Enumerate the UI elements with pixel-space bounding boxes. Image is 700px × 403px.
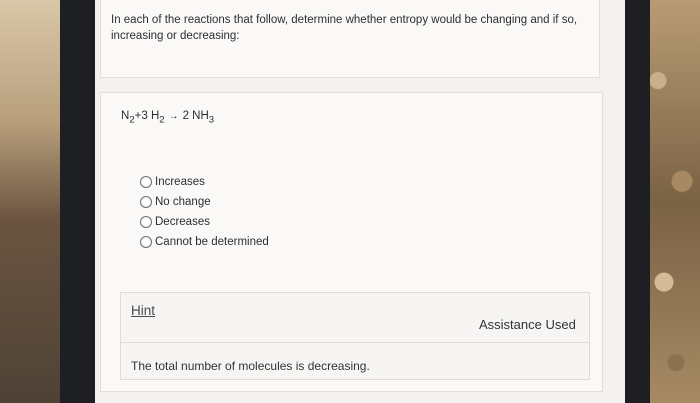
hint-text: The total number of molecules is decreas… xyxy=(131,359,370,373)
option-label: Increases xyxy=(155,176,205,188)
reaction-equation: N2+3 H2 → 2 NH3 xyxy=(121,110,214,125)
assistance-status: Assistance Used xyxy=(479,317,576,332)
reactant-2: +3 H xyxy=(134,110,160,122)
option-cannot-be-determined[interactable]: Cannot be determined xyxy=(140,232,269,252)
product: 2 NH xyxy=(182,110,209,122)
answer-options: Increases No change Decreases Cannot be … xyxy=(140,172,269,252)
radio-button[interactable] xyxy=(140,236,152,248)
reactant-2-subscript: 2 xyxy=(159,114,165,126)
radio-button[interactable] xyxy=(140,216,152,228)
option-label: No change xyxy=(155,196,211,208)
reaction-arrow: → xyxy=(168,111,179,122)
hint-divider xyxy=(121,342,589,343)
question-prompt: In each of the reactions that follow, de… xyxy=(111,14,578,42)
option-increases[interactable]: Increases xyxy=(140,172,269,192)
option-label: Cannot be determined xyxy=(155,236,269,248)
product-subscript: 3 xyxy=(208,114,215,126)
hint-link[interactable]: Hint xyxy=(131,303,155,318)
option-label: Decreases xyxy=(155,216,210,228)
photo-scene: In each of the reactions that follow, de… xyxy=(0,0,700,403)
radio-button[interactable] xyxy=(140,176,152,188)
background-left xyxy=(0,0,60,403)
question-box: In each of the reactions that follow, de… xyxy=(100,0,600,78)
radio-button[interactable] xyxy=(140,196,152,208)
option-decreases[interactable]: Decreases xyxy=(140,212,269,232)
option-no-change[interactable]: No change xyxy=(140,192,269,212)
